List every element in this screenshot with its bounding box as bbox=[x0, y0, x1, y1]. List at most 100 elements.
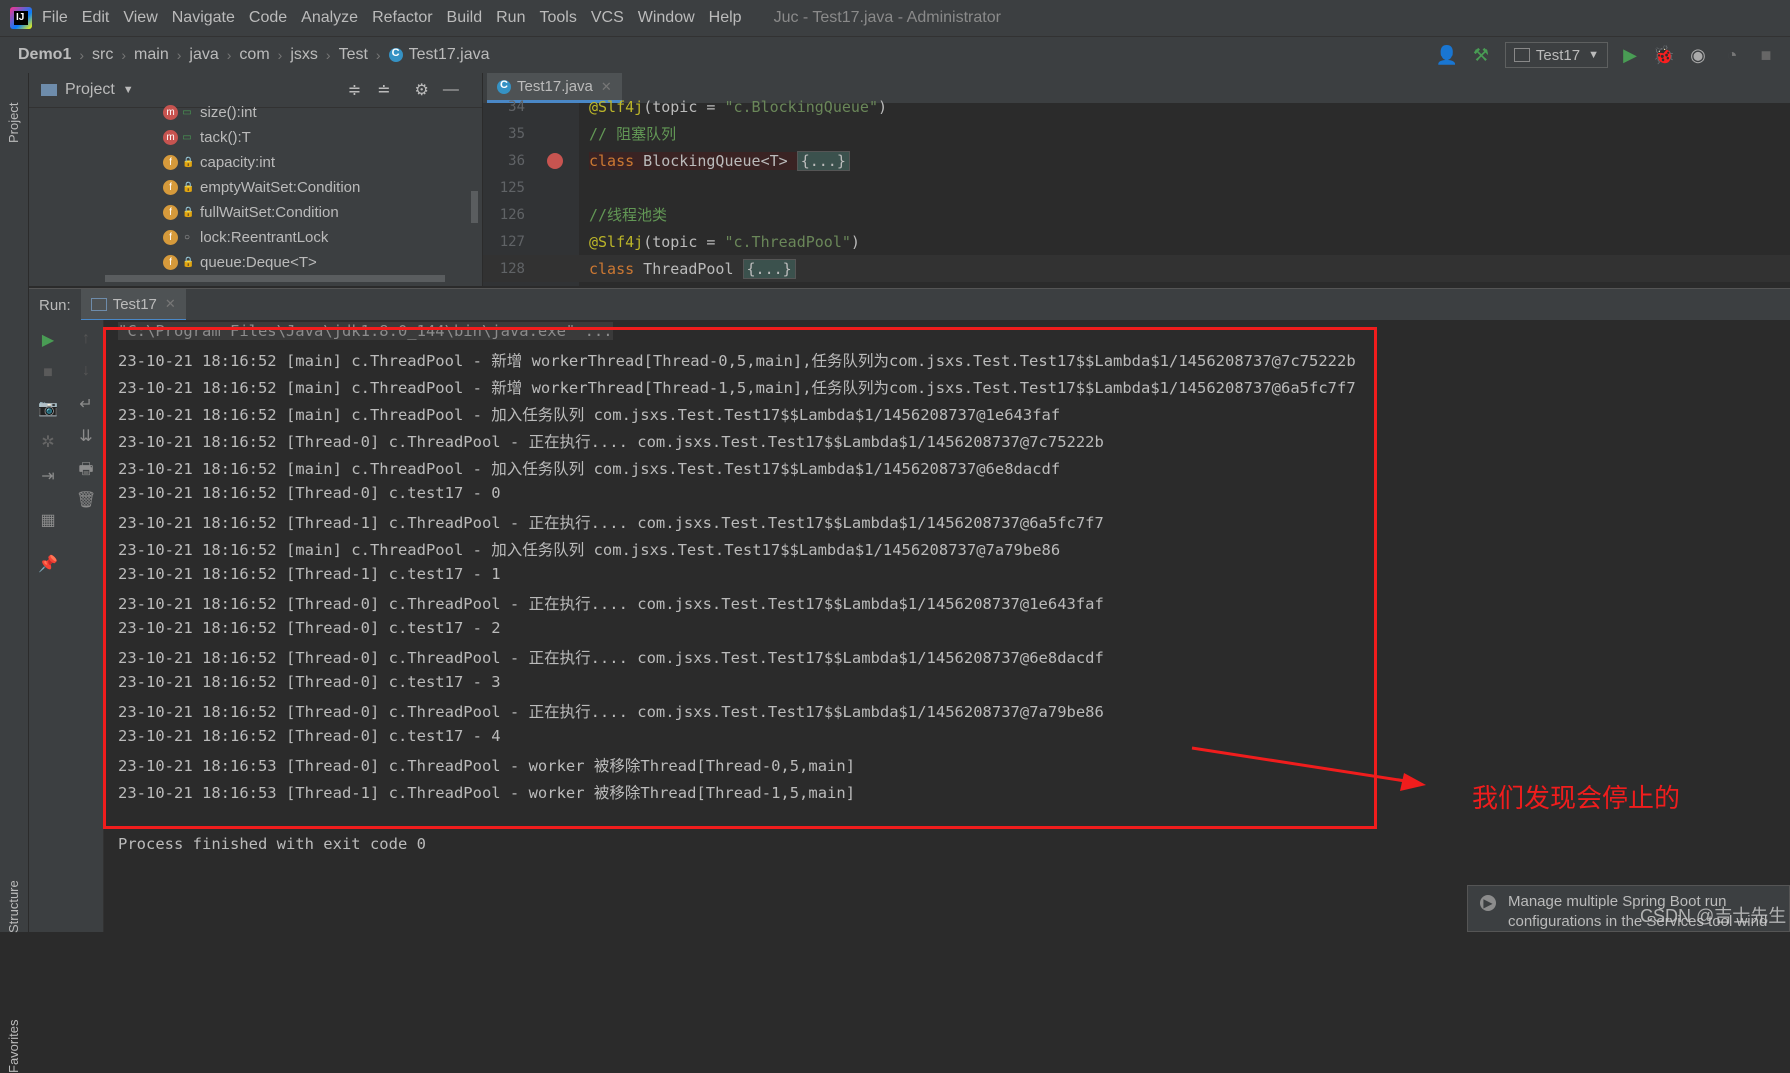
menu-build[interactable]: Build bbox=[447, 9, 483, 27]
code-text: class BlockingQueue<T> {...} bbox=[589, 150, 850, 171]
breadcrumb-main[interactable]: main bbox=[134, 46, 169, 64]
breadcrumb-com[interactable]: com bbox=[239, 46, 269, 64]
rerun-icon[interactable]: ▶ bbox=[38, 330, 58, 350]
camera-icon[interactable]: 📷 bbox=[38, 398, 58, 418]
tree-item-label: fullWaitSet:Condition bbox=[200, 204, 339, 221]
code-area[interactable]: 34 @Slf4j(topic = "c.BlockingQueue") 35 … bbox=[483, 98, 1790, 286]
run-config-select[interactable]: Test17 ▼ bbox=[1504, 42, 1608, 68]
lock-icon: 🔒 bbox=[182, 257, 195, 268]
menu-vcs[interactable]: VCS bbox=[591, 9, 624, 27]
run-label: Run: bbox=[39, 296, 71, 314]
breadcrumb-file[interactable]: Test17.java bbox=[388, 46, 490, 64]
breadcrumb-test[interactable]: Test bbox=[339, 46, 368, 64]
package-private-icon: ○ bbox=[183, 232, 191, 243]
code-line: 127 @Slf4j(topic = "c.ThreadPool") bbox=[483, 228, 1790, 255]
tree-item[interactable]: f 🔒 capacity:int bbox=[163, 150, 482, 175]
profile-icon[interactable]: ◔ bbox=[1722, 45, 1742, 65]
build-hammer-icon[interactable]: ⚒ bbox=[1471, 45, 1491, 65]
code-text: @Slf4j(topic = "c.BlockingQueue") bbox=[589, 97, 888, 116]
favorites-tool-tab[interactable]: Favorites bbox=[6, 1020, 21, 1073]
breadcrumb-project[interactable]: Demo1 bbox=[18, 46, 71, 64]
horizontal-scrollbar[interactable] bbox=[105, 275, 445, 282]
project-panel-title[interactable]: Project bbox=[65, 81, 115, 99]
breakpoint-icon[interactable] bbox=[547, 152, 563, 169]
code-line: 34 @Slf4j(topic = "c.BlockingQueue") bbox=[483, 93, 1790, 120]
debug-icon[interactable]: 🐞 bbox=[1653, 45, 1675, 65]
chevron-down-icon[interactable]: ▼ bbox=[123, 84, 134, 96]
vertical-scrollbar[interactable] bbox=[471, 191, 478, 223]
folder-icon bbox=[41, 84, 57, 96]
print-icon[interactable]: 🖶 bbox=[76, 458, 96, 478]
code-text: class ThreadPool {...} bbox=[589, 258, 796, 279]
menu-file[interactable]: File bbox=[42, 9, 68, 27]
tree-item-label: size():int bbox=[200, 104, 257, 121]
menu-analyze[interactable]: Analyze bbox=[301, 9, 358, 27]
breadcrumb-jsxs[interactable]: jsxs bbox=[290, 46, 318, 64]
tree-item[interactable]: f 🔒 fullWaitSet:Condition bbox=[163, 200, 482, 225]
stop-icon[interactable]: ■ bbox=[38, 364, 58, 384]
folded-code[interactable]: {...} bbox=[796, 150, 850, 171]
scroll-to-end-icon[interactable]: ⇊ bbox=[76, 426, 96, 446]
annotation-text: 我们发现会停止的 bbox=[1472, 783, 1681, 813]
arrow-up-icon[interactable]: ↑ bbox=[76, 330, 96, 350]
code-comment: //线程池类 bbox=[589, 206, 668, 224]
project-tool-tab[interactable]: Project bbox=[6, 103, 21, 143]
line-number: 35 bbox=[508, 125, 525, 142]
intellij-logo-icon: IJ bbox=[10, 7, 32, 29]
console-icon bbox=[90, 297, 107, 311]
menu-edit[interactable]: Edit bbox=[82, 9, 110, 27]
layout-icon[interactable]: ▦ bbox=[38, 510, 58, 530]
collapse-all-icon[interactable]: ≐ bbox=[377, 80, 390, 100]
menu-refactor[interactable]: Refactor bbox=[372, 9, 432, 27]
chevron-right-icon: › bbox=[277, 47, 283, 63]
hide-icon[interactable]: — bbox=[443, 81, 459, 99]
coverage-icon[interactable]: ◉ bbox=[1688, 45, 1708, 65]
menu-run[interactable]: Run bbox=[496, 9, 525, 27]
close-icon[interactable]: ✕ bbox=[165, 296, 176, 312]
menu-navigate[interactable]: Navigate bbox=[172, 9, 235, 27]
lock-icon: 🔒 bbox=[182, 207, 195, 218]
java-class-icon bbox=[388, 47, 403, 62]
chevron-down-icon: ▼ bbox=[1588, 49, 1599, 61]
console-exit-line: Process finished with exit code 0 bbox=[118, 835, 426, 853]
tree-item[interactable]: f 🔒 queue:Deque<T> bbox=[163, 250, 482, 275]
folded-code[interactable]: {...} bbox=[742, 258, 796, 279]
breadcrumb-src[interactable]: src bbox=[92, 46, 113, 64]
chevron-right-icon: › bbox=[226, 47, 232, 63]
tree-item[interactable]: f ○ lock:ReentrantLock bbox=[163, 225, 482, 250]
tree-item[interactable]: m ▭ size():int bbox=[163, 100, 482, 125]
project-tree: m ▭ size():int m ▭ tack():T f 🔒 capacity:int f… bbox=[29, 100, 482, 275]
menu-code[interactable]: Code bbox=[249, 9, 287, 27]
line-number: 125 bbox=[499, 179, 525, 196]
menu-window[interactable]: Window bbox=[638, 9, 695, 27]
code-line: 36 class BlockingQueue<T> {...} bbox=[483, 147, 1790, 174]
pin-icon[interactable]: 📌 bbox=[38, 554, 58, 574]
line-number: 36 bbox=[508, 152, 525, 169]
trash-icon[interactable]: 🗑 bbox=[76, 490, 96, 510]
debug-bug-icon[interactable]: ✲ bbox=[38, 432, 58, 452]
window-title: Juc - Test17.java - Administrator bbox=[773, 9, 1001, 26]
chevron-right-icon: › bbox=[176, 47, 182, 63]
breadcrumb-java[interactable]: java bbox=[189, 46, 218, 64]
tab-run-test17[interactable]: Test17 ✕ bbox=[80, 289, 186, 321]
gear-icon[interactable]: ⚙ bbox=[415, 80, 429, 100]
exit-icon[interactable]: ⇥ bbox=[38, 466, 58, 486]
soft-wrap-icon[interactable]: ↵ bbox=[76, 394, 96, 414]
menu-tools[interactable]: Tools bbox=[539, 9, 576, 27]
stop-icon[interactable]: ■ bbox=[1756, 45, 1776, 65]
annotation-highlight-box bbox=[103, 327, 1377, 829]
tree-item[interactable]: m ▭ tack():T bbox=[163, 125, 482, 150]
chevron-right-icon: › bbox=[79, 47, 85, 63]
config-file-icon bbox=[1513, 48, 1530, 62]
run-icon[interactable]: ▶ bbox=[1620, 45, 1640, 65]
user-icon[interactable]: 👤 bbox=[1436, 45, 1458, 65]
run-toolbar-right: ↑ ↓ ↵ ⇊ 🖶 🗑 bbox=[67, 320, 104, 932]
expand-all-icon[interactable]: ≑ bbox=[348, 80, 361, 100]
code-line: 35 // 阻塞队列 bbox=[483, 120, 1790, 147]
menu-help[interactable]: Help bbox=[709, 9, 742, 27]
menu-view[interactable]: View bbox=[123, 9, 157, 27]
arrow-down-icon[interactable]: ↓ bbox=[76, 362, 96, 382]
tree-item[interactable]: f 🔒 emptyWaitSet:Condition bbox=[163, 175, 482, 200]
annotation-arrow bbox=[1191, 746, 1426, 791]
structure-tool-tab[interactable]: Structure bbox=[6, 880, 21, 933]
